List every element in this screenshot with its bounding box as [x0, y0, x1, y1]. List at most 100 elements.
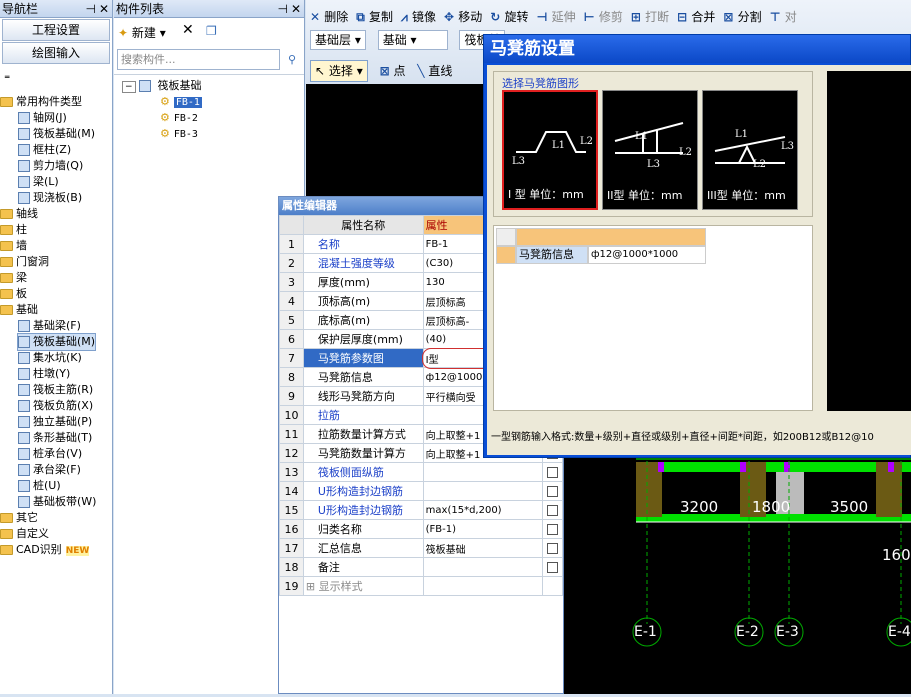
property-name-text: 汇总信息 — [317, 542, 362, 555]
collapse-icon[interactable]: − — [122, 81, 136, 93]
expand-icon[interactable]: ⊞ — [306, 580, 319, 593]
tree-item-common[interactable]: 剪力墙(Q) — [18, 158, 83, 174]
tree-folder[interactable]: 墙 — [0, 238, 27, 254]
checkbox[interactable] — [547, 467, 559, 478]
property-row[interactable]: 13 筏板侧面纵筋 — [279, 462, 563, 482]
tree-item-foundation[interactable]: 承台梁(F) — [18, 462, 81, 478]
tree-item-foundation[interactable]: 筏板基础(M) — [16, 333, 97, 351]
tree-item-common[interactable]: 现浇板(B) — [18, 190, 82, 206]
property-value[interactable]: (FB-1) — [422, 519, 544, 539]
copy-icon[interactable]: ❐ — [206, 24, 217, 38]
property-name-text: 顶标高(m) — [317, 295, 371, 308]
property-row[interactable]: 14 U形构造封边钢筋 — [279, 481, 563, 501]
point-button[interactable]: ⊠ 点 — [380, 58, 406, 84]
property-value[interactable] — [422, 557, 544, 577]
tree-item-foundation[interactable]: 桩承台(V) — [18, 446, 82, 462]
align-icon: ⊤ — [769, 10, 785, 24]
tree-item-foundation-label: 独立基础(P) — [33, 415, 93, 428]
checkbox[interactable] — [547, 562, 559, 573]
delete-icon[interactable]: ✕ — [182, 22, 194, 38]
property-name-text: 保护层厚度(mm) — [317, 333, 403, 346]
toolbar-button[interactable]: ⊠ 分割 — [723, 4, 761, 30]
tree-folder[interactable]: 柱 — [0, 222, 27, 238]
floor-select[interactable]: 基础层 ▾ — [310, 30, 366, 50]
tree-folder[interactable]: 门窗洞 — [0, 254, 49, 270]
tree-item-foundation[interactable]: 集水坑(K) — [18, 350, 82, 366]
property-name-text: 显示样式 — [318, 580, 363, 593]
property-value[interactable] — [422, 576, 544, 596]
tree-item-foundation[interactable]: 筏板负筋(X) — [18, 398, 93, 414]
toolbar-button[interactable]: ⊤ 对 — [770, 4, 797, 30]
toolbar-button-label: 移动 — [458, 10, 483, 24]
property-row[interactable]: 18 备注 — [279, 557, 563, 577]
tree-item-common[interactable]: 梁(L) — [18, 174, 59, 190]
info-value-cell[interactable]: ф12@1000*1000 — [588, 246, 706, 264]
tree-item-foundation[interactable]: 基础梁(F) — [18, 318, 81, 334]
delete-icon: ✕ — [310, 10, 325, 24]
toolbar-button[interactable]: ⧉ 复制 — [356, 4, 393, 30]
layer-select[interactable]: 基础 ▾ — [377, 30, 448, 50]
tree-folder[interactable]: 轴线 — [0, 206, 38, 222]
tree-item-foundation[interactable]: 基础板带(W) — [18, 494, 96, 510]
line-button[interactable]: ╲ 直线 — [417, 58, 452, 84]
toolbar-button[interactable]: ⊣ 延伸 — [536, 4, 575, 30]
property-row[interactable]: 17 汇总信息 筏板基础 — [279, 538, 563, 558]
checkbox[interactable] — [547, 486, 559, 497]
toolbar-button[interactable]: ⊢ 修剪 — [584, 4, 623, 30]
close-icon[interactable]: ✕ — [99, 0, 109, 18]
tree-folder[interactable]: 板 — [0, 286, 27, 302]
pin-icon[interactable]: ⊣ — [86, 0, 96, 18]
tree-item-foundation[interactable]: 桩(U) — [18, 478, 61, 494]
component-item[interactable]: ⚙ FB-1 — [160, 94, 202, 110]
new-button[interactable]: ✦ 新建 ▾ — [118, 24, 166, 41]
checkbox[interactable] — [547, 505, 559, 516]
property-value[interactable]: max(15*d,200) — [422, 500, 544, 520]
close-icon[interactable]: ✕ — [291, 0, 301, 18]
toolbar-button[interactable]: ⩘ 镜像 — [401, 4, 436, 30]
tree-item-common[interactable]: 筏板基础(M) — [18, 126, 95, 142]
tree-item-foundation[interactable]: 柱墩(Y) — [18, 366, 70, 382]
row-number: 11 — [279, 424, 304, 444]
property-row[interactable]: 19 ⊞ 显示样式 — [279, 576, 563, 596]
shape-type-3[interactable]: L1 L3 L2 III型 单位：mm — [702, 90, 798, 210]
break-icon: ⊞ — [630, 10, 646, 24]
tree-item-foundation[interactable]: 条形基础(T) — [18, 430, 92, 446]
navigation-panel: 导航栏 ⊣ ✕ 工程设置 绘图输入 ⁼ 常用构件类型 轴网(J) 筏板基础(M) 框柱… — [0, 0, 113, 694]
tree-item-common[interactable]: 框柱(Z) — [18, 142, 71, 158]
tree-folder[interactable]: 自定义 — [0, 526, 49, 542]
select-button[interactable]: ↖ 选择 ▾ — [310, 60, 368, 82]
property-row[interactable]: 16 归类名称 (FB-1) — [279, 519, 563, 539]
component-item[interactable]: ⚙ FB-2 — [160, 110, 198, 126]
shape-type-1[interactable]: L1 L2 L3 I 型 单位：mm — [502, 90, 598, 210]
property-value[interactable] — [422, 462, 544, 482]
tree-item-common[interactable]: 轴网(J) — [18, 110, 67, 126]
toolbar-button[interactable]: ✥ 移动 — [444, 4, 482, 30]
drawing-input-button[interactable]: 绘图输入 — [2, 42, 110, 64]
toolbar-button[interactable]: ✕ 删除 — [310, 4, 348, 30]
toolbar-button[interactable]: ↻ 旋转 — [490, 4, 528, 30]
property-row[interactable]: 15 U形构造封边钢筋 max(15*d,200) — [279, 500, 563, 520]
search-icon[interactable]: ⚲ — [282, 49, 302, 70]
component-item[interactable]: ⚙ FB-3 — [160, 126, 198, 142]
search-input[interactable]: 搜索构件... — [117, 49, 280, 70]
tree-folder[interactable]: 梁 — [0, 270, 27, 286]
property-value[interactable]: 筏板基础 — [422, 538, 544, 558]
tree-item-common-label: 剪力墙(Q) — [33, 159, 84, 172]
shape-type-2[interactable]: L1 L2 L3 II型 单位：mm — [602, 90, 698, 210]
property-value[interactable] — [422, 481, 544, 501]
tree-item-foundation[interactable]: 独立基础(P) — [18, 414, 92, 430]
tree-item-foundation[interactable]: 筏板主筋(R) — [18, 382, 93, 398]
checkbox[interactable] — [547, 524, 559, 535]
property-name-text: 马凳筋数量计算方 — [317, 447, 406, 460]
tree-group-foundation[interactable]: 基础 — [0, 302, 38, 318]
tree-root[interactable]: − 筏板基础 — [122, 78, 202, 94]
pin-icon[interactable]: ⊣ — [278, 0, 288, 18]
toolbar-button[interactable]: ⊞ 打断 — [631, 4, 669, 30]
tree-item-cad[interactable]: CAD识别 NEW — [0, 542, 90, 558]
toolbar-button[interactable]: ⊟ 合并 — [677, 4, 715, 30]
collapse-all-icon[interactable]: ⁼ — [4, 72, 10, 86]
tree-group-common[interactable]: 常用构件类型 — [0, 94, 82, 110]
project-settings-button[interactable]: 工程设置 — [2, 19, 110, 41]
tree-folder[interactable]: 其它 — [0, 510, 38, 526]
checkbox[interactable] — [547, 543, 559, 554]
